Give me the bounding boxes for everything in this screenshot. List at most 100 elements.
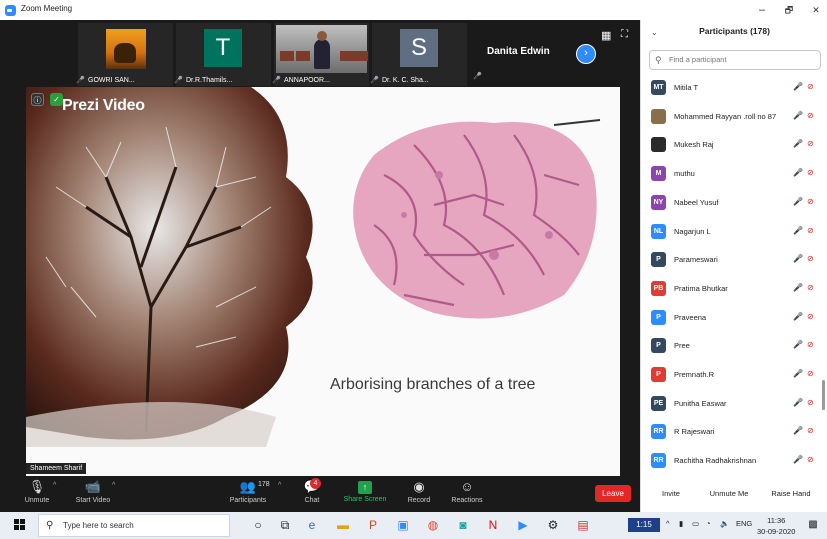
unmute-me-button[interactable]: Unmute Me bbox=[703, 486, 755, 502]
file-explorer-icon[interactable]: ▬ bbox=[334, 516, 352, 534]
participant-row[interactable]: NL Nagarjun L 🎤 ⊘ bbox=[641, 222, 827, 246]
chat-unread-badge: 4 bbox=[310, 478, 321, 489]
muted-mic-icon[interactable]: 🎤 bbox=[793, 455, 803, 464]
input-language[interactable]: ENG bbox=[736, 519, 752, 528]
pdf-reader-icon[interactable]: ▤ bbox=[574, 516, 592, 534]
task-view-icon[interactable]: ⧉ bbox=[276, 516, 294, 534]
video-off-icon[interactable]: ⊘ bbox=[807, 226, 814, 235]
video-off-icon[interactable]: ⊘ bbox=[807, 168, 814, 177]
muted-mic-icon[interactable]: 🎤 bbox=[793, 369, 803, 378]
video-off-icon[interactable]: ⊘ bbox=[807, 111, 814, 120]
participant-video-tile[interactable]: T 🎤 Dr.R.Thamils... bbox=[174, 23, 271, 86]
participant-row[interactable]: RR R Rajeswari 🎤 ⊘ bbox=[641, 422, 827, 446]
muted-mic-icon[interactable]: 🎤 bbox=[793, 82, 803, 91]
participant-row[interactable]: Mmuthu 🎤 ⊘ bbox=[641, 164, 827, 188]
muted-mic-icon[interactable]: 🎤 bbox=[793, 283, 803, 292]
video-off-icon[interactable]: ⊘ bbox=[807, 254, 814, 263]
initial-avatar: T bbox=[204, 29, 242, 67]
video-off-icon[interactable]: ⊘ bbox=[807, 398, 814, 407]
muted-mic-icon[interactable]: 🎤 bbox=[793, 312, 803, 321]
video-off-icon[interactable]: ⊘ bbox=[807, 197, 814, 206]
muted-mic-icon[interactable]: 🎤 bbox=[793, 197, 803, 206]
netflix-icon[interactable]: N bbox=[484, 516, 502, 534]
participant-row[interactable]: P Parameswari 🎤 ⊘ bbox=[641, 250, 827, 274]
participant-name: Mukesh Raj bbox=[674, 140, 714, 150]
participant-row[interactable]: MT Mitila T 🎤 ⊘ bbox=[641, 78, 827, 102]
video-off-icon[interactable]: ⊘ bbox=[807, 139, 814, 148]
next-page-arrow-icon[interactable]: › bbox=[576, 44, 596, 64]
video-options-caret-icon[interactable]: ^ bbox=[112, 482, 115, 489]
share-screen-button[interactable]: ↑ Share Screen bbox=[342, 479, 388, 503]
volume-icon[interactable]: 🔈 bbox=[720, 519, 729, 528]
participant-row[interactable]: PB Pratima Bhutkar 🎤 ⊘ bbox=[641, 279, 827, 303]
video-off-icon[interactable]: ⊘ bbox=[807, 369, 814, 378]
usb-icon[interactable]: ▮ bbox=[679, 519, 683, 528]
edge-browser-icon[interactable]: e bbox=[303, 516, 321, 534]
zoom-taskbar-icon[interactable]: ▶ bbox=[514, 516, 532, 534]
video-off-icon[interactable]: ⊘ bbox=[807, 312, 814, 321]
participant-list-scrollbar[interactable] bbox=[822, 380, 825, 410]
reactions-button[interactable]: ☺ Reactions bbox=[449, 479, 485, 504]
participant-video-tile[interactable]: 🎤 ANNAPOOR... bbox=[272, 23, 369, 86]
muted-mic-icon[interactable]: 🎤 bbox=[793, 426, 803, 435]
participant-search-input[interactable]: ⚲ Find a participant bbox=[649, 50, 821, 70]
video-off-icon[interactable]: ⊘ bbox=[807, 340, 814, 349]
participant-row[interactable]: PE Punitha Easwar 🎤 ⊘ bbox=[641, 394, 827, 418]
muted-mic-icon[interactable]: 🎤 bbox=[793, 226, 803, 235]
start-video-button[interactable]: 📹 Start Video bbox=[72, 479, 114, 504]
invite-button[interactable]: Invite bbox=[655, 486, 687, 502]
video-off-icon[interactable]: ⊘ bbox=[807, 82, 814, 91]
participant-video-tile[interactable]: 🎤 GOWRI SAN... bbox=[76, 23, 173, 86]
notifications-icon[interactable]: ▩ bbox=[804, 516, 822, 534]
video-off-icon[interactable]: ⊘ bbox=[807, 283, 814, 292]
recording-timer[interactable]: 1:15 bbox=[628, 518, 660, 532]
participant-video-tile[interactable]: S 🎤 Dr. K. C. Sha... bbox=[370, 23, 467, 86]
active-speaker-name[interactable]: Danita Edwin bbox=[487, 46, 550, 57]
participants-caret-icon[interactable]: ^ bbox=[278, 482, 281, 489]
leave-button[interactable]: Leave bbox=[595, 485, 631, 502]
muted-mic-icon[interactable]: 🎤 bbox=[793, 111, 803, 120]
video-off-icon[interactable]: ⊘ bbox=[807, 426, 814, 435]
participant-row[interactable]: NY Nabeel Yusuf 🎤 ⊘ bbox=[641, 193, 827, 217]
muted-mic-icon[interactable]: 🎤 bbox=[793, 398, 803, 407]
muted-mic-icon[interactable]: 🎤 bbox=[793, 139, 803, 148]
powerpoint-icon[interactable]: P bbox=[364, 516, 382, 534]
taskbar-search-input[interactable]: ⚲ Type here to search bbox=[38, 514, 230, 537]
start-video-label: Start Video bbox=[75, 497, 111, 504]
close-button[interactable]: ✕ bbox=[806, 2, 826, 18]
chrome-icon[interactable]: ◍ bbox=[424, 516, 442, 534]
participant-row[interactable]: P Premnath.R 🎤 ⊘ bbox=[641, 365, 827, 389]
participant-avatar bbox=[651, 137, 666, 153]
unmute-button[interactable]: 🎙 Unmute bbox=[22, 479, 52, 504]
participant-row[interactable]: P Praveena 🎤 ⊘ bbox=[641, 308, 827, 332]
photos-icon[interactable]: ▣ bbox=[394, 516, 412, 534]
participant-row[interactable]: RR Rachitha Radhakrishnan 🎤 ⊘ bbox=[641, 451, 827, 475]
participant-row[interactable]: Mohammed Rayyan .roll no 87 🎤 ⊘ bbox=[641, 107, 827, 131]
participant-name: Parameswari bbox=[674, 255, 718, 265]
tray-chevron-icon[interactable]: ^ bbox=[666, 519, 670, 528]
video-off-icon[interactable]: ⊘ bbox=[807, 455, 814, 464]
participant-row[interactable]: P Pree 🎤 ⊘ bbox=[641, 336, 827, 360]
gallery-view-icon[interactable]: ▦ bbox=[601, 29, 611, 42]
info-icon[interactable]: ⓘ bbox=[31, 93, 44, 106]
participant-avatar: PB bbox=[651, 280, 666, 296]
audio-options-caret-icon[interactable]: ^ bbox=[53, 482, 56, 489]
participant-row[interactable]: Mukesh Raj 🎤 ⊘ bbox=[641, 135, 827, 159]
settings-gear-icon[interactable]: ⚙ bbox=[544, 516, 562, 534]
fullscreen-icon[interactable]: ⛶ bbox=[621, 29, 628, 40]
network-icon[interactable]: ◔ bbox=[706, 519, 711, 528]
panel-footer: Invite Unmute Me Raise Hand bbox=[641, 484, 827, 504]
cortana-icon[interactable]: ○ bbox=[249, 516, 267, 534]
participant-avatar: P bbox=[651, 309, 666, 325]
minimize-button[interactable]: – bbox=[752, 2, 772, 18]
windows-start-icon[interactable] bbox=[14, 519, 26, 531]
maximize-button[interactable]: 🗗 bbox=[779, 2, 799, 18]
muted-mic-icon[interactable]: 🎤 bbox=[793, 168, 803, 177]
battery-icon[interactable]: ▭ bbox=[692, 519, 699, 528]
store-icon[interactable]: ◙ bbox=[454, 516, 472, 534]
raise-hand-button[interactable]: Raise Hand bbox=[767, 486, 815, 502]
muted-mic-icon[interactable]: 🎤 bbox=[793, 254, 803, 263]
muted-mic-icon[interactable]: 🎤 bbox=[793, 340, 803, 349]
taskbar-clock[interactable]: 11:36 30-09-2020 bbox=[757, 515, 795, 537]
record-button[interactable]: ◉ Record bbox=[404, 479, 434, 504]
